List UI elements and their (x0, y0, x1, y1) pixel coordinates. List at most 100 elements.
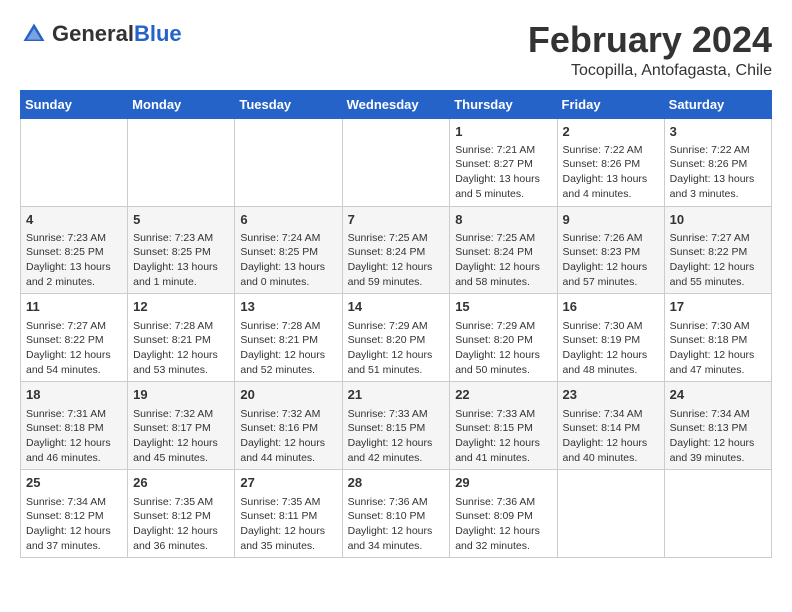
day-number: 10 (670, 211, 766, 229)
day-number: 8 (455, 211, 551, 229)
day-number: 4 (26, 211, 122, 229)
day-number: 12 (133, 298, 229, 316)
day-number: 19 (133, 386, 229, 404)
day-info: Sunrise: 7:22 AM Sunset: 8:26 PM Dayligh… (670, 143, 766, 202)
logo-icon (20, 20, 48, 48)
calendar-cell-w5-d2: 26 Sunrise: 7:35 AM Sunset: 8:12 PM Dayli… (128, 470, 235, 558)
calendar-cell-w3-d2: 12Sunrise: 7:28 AM Sunset: 8:21 PM Dayli… (128, 294, 235, 382)
col-sunday: Sunday (21, 90, 128, 118)
day-info: Sunrise: 7:34 AM Sunset: 8:12 PM Dayligh… (26, 495, 122, 554)
col-friday: Friday (557, 90, 664, 118)
day-info: Sunrise: 7:32 AM Sunset: 8:17 PM Dayligh… (133, 407, 229, 466)
day-number: 25 (26, 474, 122, 492)
day-number: 2 (563, 123, 659, 141)
week-row-5: 25 Sunrise: 7:34 AM Sunset: 8:12 PM Dayli… (21, 470, 772, 558)
location-subtitle: Tocopilla, Antofagasta, Chile (528, 62, 772, 80)
day-info: Sunrise: 7:30 AM Sunset: 8:19 PM Dayligh… (563, 319, 659, 378)
calendar-cell-w5-d7 (664, 470, 771, 558)
day-number: 18 (26, 386, 122, 404)
week-row-2: 4 Sunrise: 7:23 AM Sunset: 8:25 PM Daylig… (21, 206, 772, 294)
page-header: GeneralBlue February 2024 Tocopilla, Ant… (20, 20, 772, 80)
day-info: Sunrise: 7:29 AM Sunset: 8:20 PM Dayligh… (348, 319, 445, 378)
day-info: Sunrise: 7:24 AM Sunset: 8:25 PM Dayligh… (240, 231, 336, 290)
day-info: Sunrise: 7:34 AM Sunset: 8:14 PM Dayligh… (563, 407, 659, 466)
col-wednesday: Wednesday (342, 90, 450, 118)
calendar-cell-w5-d4: 28 Sunrise: 7:36 AM Sunset: 8:10 PM Dayli… (342, 470, 450, 558)
calendar-cell-w1-d4 (342, 118, 450, 206)
calendar-cell-w4-d7: 24 Sunrise: 7:34 AM Sunset: 8:13 PM Dayli… (664, 382, 771, 470)
day-info: Sunrise: 7:25 AM Sunset: 8:24 PM Dayligh… (455, 231, 551, 290)
day-number: 11 (26, 298, 122, 316)
day-info: Sunrise: 7:28 AM Sunset: 8:21 PM Dayligh… (240, 319, 336, 378)
calendar-cell-w1-d2 (128, 118, 235, 206)
calendar-cell-w1-d1 (21, 118, 128, 206)
day-info: Sunrise: 7:34 AM Sunset: 8:13 PM Dayligh… (670, 407, 766, 466)
day-info: Sunrise: 7:33 AM Sunset: 8:15 PM Dayligh… (455, 407, 551, 466)
day-info: Sunrise: 7:22 AM Sunset: 8:26 PM Dayligh… (563, 143, 659, 202)
day-number: 13 (240, 298, 336, 316)
calendar-cell-w5-d5: 29 Sunrise: 7:36 AM Sunset: 8:09 PM Dayli… (450, 470, 557, 558)
calendar-cell-w2-d2: 5Sunrise: 7:23 AM Sunset: 8:25 PM Daylig… (128, 206, 235, 294)
day-number: 28 (348, 474, 445, 492)
logo-general: General (52, 21, 134, 46)
day-number: 22 (455, 386, 551, 404)
day-number: 26 (133, 474, 229, 492)
day-number: 23 (563, 386, 659, 404)
day-number: 20 (240, 386, 336, 404)
day-number: 3 (670, 123, 766, 141)
logo-text: GeneralBlue (52, 21, 182, 47)
calendar-cell-w4-d1: 18 Sunrise: 7:31 AM Sunset: 8:18 PM Dayli… (21, 382, 128, 470)
day-number: 29 (455, 474, 551, 492)
calendar-cell-w3-d5: 15Sunrise: 7:29 AM Sunset: 8:20 PM Dayli… (450, 294, 557, 382)
day-info: Sunrise: 7:35 AM Sunset: 8:11 PM Dayligh… (240, 495, 336, 554)
day-info: Sunrise: 7:33 AM Sunset: 8:15 PM Dayligh… (348, 407, 445, 466)
day-number: 15 (455, 298, 551, 316)
day-info: Sunrise: 7:23 AM Sunset: 8:25 PM Dayligh… (26, 231, 122, 290)
week-row-3: 11 Sunrise: 7:27 AM Sunset: 8:22 PM Dayli… (21, 294, 772, 382)
day-info: Sunrise: 7:32 AM Sunset: 8:16 PM Dayligh… (240, 407, 336, 466)
calendar-cell-w2-d5: 8 Sunrise: 7:25 AM Sunset: 8:24 PM Daylig… (450, 206, 557, 294)
day-number: 24 (670, 386, 766, 404)
calendar-cell-w2-d4: 7Sunrise: 7:25 AM Sunset: 8:24 PM Daylig… (342, 206, 450, 294)
day-info: Sunrise: 7:30 AM Sunset: 8:18 PM Dayligh… (670, 319, 766, 378)
calendar-cell-w2-d6: 9 Sunrise: 7:26 AM Sunset: 8:23 PM Daylig… (557, 206, 664, 294)
calendar-cell-w2-d1: 4 Sunrise: 7:23 AM Sunset: 8:25 PM Daylig… (21, 206, 128, 294)
calendar-cell-w2-d7: 10Sunrise: 7:27 AM Sunset: 8:22 PM Dayli… (664, 206, 771, 294)
day-info: Sunrise: 7:36 AM Sunset: 8:10 PM Dayligh… (348, 495, 445, 554)
day-info: Sunrise: 7:21 AM Sunset: 8:27 PM Dayligh… (455, 143, 551, 202)
calendar-cell-w3-d7: 17 Sunrise: 7:30 AM Sunset: 8:18 PM Dayli… (664, 294, 771, 382)
day-info: Sunrise: 7:36 AM Sunset: 8:09 PM Dayligh… (455, 495, 551, 554)
col-tuesday: Tuesday (235, 90, 342, 118)
month-year-title: February 2024 (528, 20, 772, 60)
day-number: 17 (670, 298, 766, 316)
calendar-cell-w4-d2: 19 Sunrise: 7:32 AM Sunset: 8:17 PM Dayli… (128, 382, 235, 470)
day-number: 21 (348, 386, 445, 404)
day-info: Sunrise: 7:27 AM Sunset: 8:22 PM Dayligh… (26, 319, 122, 378)
col-thursday: Thursday (450, 90, 557, 118)
calendar-cell-w1-d3 (235, 118, 342, 206)
day-number: 6 (240, 211, 336, 229)
col-monday: Monday (128, 90, 235, 118)
week-row-4: 18 Sunrise: 7:31 AM Sunset: 8:18 PM Dayli… (21, 382, 772, 470)
day-number: 9 (563, 211, 659, 229)
day-number: 27 (240, 474, 336, 492)
day-info: Sunrise: 7:26 AM Sunset: 8:23 PM Dayligh… (563, 231, 659, 290)
col-saturday: Saturday (664, 90, 771, 118)
calendar-cell-w4-d4: 21 Sunrise: 7:33 AM Sunset: 8:15 PM Dayli… (342, 382, 450, 470)
calendar-cell-w4-d3: 20 Sunrise: 7:32 AM Sunset: 8:16 PM Dayli… (235, 382, 342, 470)
day-info: Sunrise: 7:35 AM Sunset: 8:12 PM Dayligh… (133, 495, 229, 554)
day-info: Sunrise: 7:31 AM Sunset: 8:18 PM Dayligh… (26, 407, 122, 466)
calendar-cell-w4-d6: 23 Sunrise: 7:34 AM Sunset: 8:14 PM Dayli… (557, 382, 664, 470)
calendar-cell-w2-d3: 6 Sunrise: 7:24 AM Sunset: 8:25 PM Daylig… (235, 206, 342, 294)
day-number: 14 (348, 298, 445, 316)
calendar-cell-w3-d1: 11 Sunrise: 7:27 AM Sunset: 8:22 PM Dayli… (21, 294, 128, 382)
day-number: 5 (133, 211, 229, 229)
day-number: 7 (348, 211, 445, 229)
calendar-header-row: Sunday Monday Tuesday Wednesday Thursday… (21, 90, 772, 118)
calendar-cell-w5-d6 (557, 470, 664, 558)
calendar-cell-w5-d3: 27 Sunrise: 7:35 AM Sunset: 8:11 PM Dayli… (235, 470, 342, 558)
week-row-1: 1Sunrise: 7:21 AM Sunset: 8:27 PM Daylig… (21, 118, 772, 206)
calendar-cell-w1-d5: 1Sunrise: 7:21 AM Sunset: 8:27 PM Daylig… (450, 118, 557, 206)
logo: GeneralBlue (20, 20, 182, 48)
calendar-cell-w1-d6: 2 Sunrise: 7:22 AM Sunset: 8:26 PM Daylig… (557, 118, 664, 206)
